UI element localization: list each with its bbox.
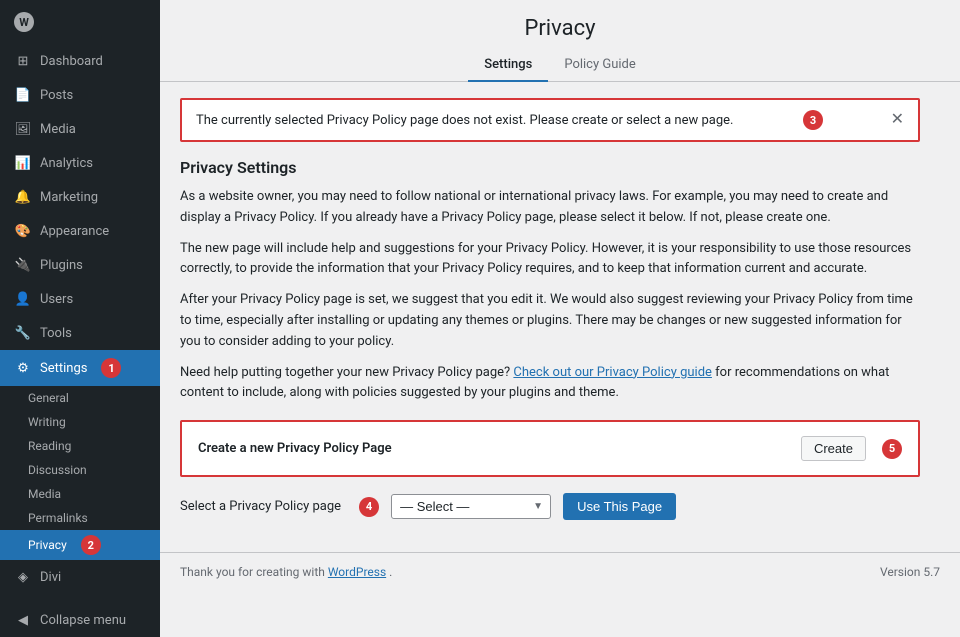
sidebar-label-dashboard: Dashboard (40, 54, 103, 69)
sidebar-item-appearance[interactable]: 🎨 Appearance (0, 214, 160, 248)
sidebar-label-privacy: Privacy (28, 538, 67, 552)
sidebar-bottom: ◀ Collapse menu (0, 603, 160, 637)
settings-icon: ⚙ (14, 359, 32, 377)
sidebar-label-general: General (28, 391, 69, 405)
analytics-icon: 📊 (14, 154, 32, 172)
sidebar-logo: W (0, 0, 160, 44)
tab-settings[interactable]: Settings (468, 49, 548, 82)
sidebar-label-media: Media (40, 122, 76, 137)
wordpress-link[interactable]: WordPress (328, 565, 386, 579)
marketing-icon: 🔔 (14, 188, 32, 206)
sidebar-label-tools: Tools (40, 326, 72, 341)
sidebar-label-appearance: Appearance (40, 224, 109, 239)
sidebar-item-media[interactable]: 🖼 Media (0, 112, 160, 146)
sidebar-item-plugins[interactable]: 🔌 Plugins (0, 248, 160, 282)
policy-page-select[interactable]: — Select — (391, 494, 551, 519)
footer-text-before: Thank you for creating with (180, 565, 325, 579)
sidebar-item-dashboard[interactable]: ⊞ Dashboard (0, 44, 160, 78)
sidebar-item-permalinks[interactable]: Permalinks (0, 506, 160, 530)
sidebar-item-divi[interactable]: ◈ Divi (0, 560, 160, 594)
select-policy-label: Select a Privacy Policy page (180, 499, 341, 514)
section-title: Privacy Settings (180, 158, 920, 177)
sidebar-label-writing: Writing (28, 415, 66, 429)
collapse-menu-label: Collapse menu (40, 613, 126, 628)
sidebar-item-writing[interactable]: Writing (0, 410, 160, 434)
create-policy-label: Create a new Privacy Policy Page (198, 441, 392, 456)
sidebar-label-divi: Divi (40, 570, 61, 585)
version-label: Version 5.7 (880, 565, 940, 579)
appearance-icon: 🎨 (14, 222, 32, 240)
posts-icon: 📄 (14, 86, 32, 104)
sidebar-label-discussion: Discussion (28, 463, 87, 477)
footer-text: Thank you for creating with WordPress . (180, 565, 392, 579)
media-icon: 🖼 (14, 120, 32, 138)
collapse-menu-item[interactable]: ◀ Collapse menu (0, 603, 160, 637)
alert-text: The currently selected Privacy Policy pa… (196, 113, 733, 128)
sidebar-label-users: Users (40, 292, 73, 307)
use-this-page-button[interactable]: Use This Page (563, 493, 676, 520)
sidebar-item-tools[interactable]: 🔧 Tools (0, 316, 160, 350)
sidebar-label-reading: Reading (28, 439, 71, 453)
paragraph-1: As a website owner, you may need to foll… (180, 187, 920, 229)
sidebar-item-discussion[interactable]: Discussion (0, 458, 160, 482)
sidebar-label-marketing: Marketing (40, 190, 98, 205)
tools-icon: 🔧 (14, 324, 32, 342)
plugins-icon: 🔌 (14, 256, 32, 274)
create-policy-button[interactable]: Create (801, 436, 866, 461)
annotation-4: 4 (359, 497, 379, 517)
annotation-2: 2 (81, 535, 101, 555)
create-policy-section: Create a new Privacy Policy Page Create … (180, 420, 920, 477)
paragraph-4-before: Need help putting together your new Priv… (180, 365, 510, 380)
sidebar-label-analytics: Analytics (40, 156, 93, 171)
sidebar-item-analytics[interactable]: 📊 Analytics (0, 146, 160, 180)
page-footer: Thank you for creating with WordPress . … (160, 552, 960, 591)
sidebar-item-reading[interactable]: Reading (0, 434, 160, 458)
sidebar-item-marketing[interactable]: 🔔 Marketing (0, 180, 160, 214)
content-inner: The currently selected Privacy Policy pa… (160, 82, 940, 552)
alert-banner: The currently selected Privacy Policy pa… (180, 98, 920, 142)
paragraph-3: After your Privacy Policy page is set, w… (180, 290, 920, 352)
sidebar-label-posts: Posts (40, 88, 73, 103)
dashboard-icon: ⊞ (14, 52, 32, 70)
footer-text-after: . (389, 565, 392, 579)
annotation-1: 1 (101, 358, 121, 378)
sidebar-label-permalinks: Permalinks (28, 511, 88, 525)
sidebar-item-settings[interactable]: ⚙ Settings 1 (0, 350, 160, 386)
divi-icon: ◈ (14, 568, 32, 586)
content-area: Privacy Settings Policy Guide The curren… (160, 0, 960, 637)
page-title: Privacy (180, 16, 940, 41)
page-header: Privacy (160, 0, 960, 41)
sidebar-item-posts[interactable]: 📄 Posts (0, 78, 160, 112)
paragraph-4: Need help putting together your new Priv… (180, 363, 920, 405)
sidebar-label-plugins: Plugins (40, 258, 83, 273)
sidebar-item-media-settings[interactable]: Media (0, 482, 160, 506)
sidebar-label-media-settings: Media (28, 487, 61, 501)
select-policy-section: Select a Privacy Policy page 4 — Select … (180, 493, 920, 520)
sidebar-label-settings: Settings (40, 361, 87, 376)
policy-guide-link[interactable]: Check out our Privacy Policy guide (513, 365, 712, 380)
annotation-3: 3 (803, 110, 823, 130)
sidebar: W ⊞ Dashboard 📄 Posts 🖼 Media 📊 Analytic… (0, 0, 160, 637)
users-icon: 👤 (14, 290, 32, 308)
main-content: Privacy Settings Policy Guide The curren… (160, 0, 960, 637)
paragraph-2: The new page will include help and sugge… (180, 239, 920, 281)
sidebar-item-general[interactable]: General (0, 386, 160, 410)
wordpress-icon: W (14, 12, 34, 32)
alert-close-button[interactable]: ✕ (891, 112, 904, 128)
select-wrapper: — Select — ▼ (391, 494, 551, 519)
sidebar-item-privacy[interactable]: Privacy 2 (0, 530, 160, 560)
annotation-5: 5 (882, 439, 902, 459)
settings-submenu: General Writing Reading Discussion Media… (0, 386, 160, 560)
sidebar-item-users[interactable]: 👤 Users (0, 282, 160, 316)
collapse-icon: ◀ (14, 611, 32, 629)
tab-policy-guide[interactable]: Policy Guide (548, 49, 651, 82)
tabs-bar: Settings Policy Guide (160, 49, 960, 82)
